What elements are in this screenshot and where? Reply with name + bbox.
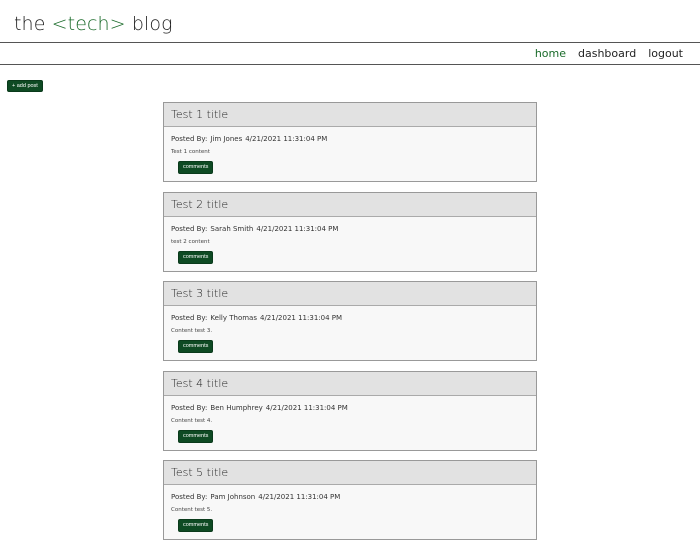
post-author: Sarah Smith — [210, 224, 254, 233]
post-title[interactable]: Test 4 title — [164, 371, 536, 396]
add-post-button[interactable]: + add post — [7, 80, 43, 92]
site-title-suffix: blog — [125, 13, 173, 35]
post-card: Test 3 title Posted By: Kelly Thomas 4/21/… — [163, 281, 537, 361]
post-list: Test 1 title Posted By: Jim Jones 4/21/202… — [163, 102, 537, 550]
post-title[interactable]: Test 1 title — [164, 103, 536, 127]
post-meta: Posted By: Pam Johnson 4/21/2021 11:31:04 … — [171, 493, 536, 501]
post-meta: Posted By: Ben Humphrey 4/21/2021 11:31:04… — [171, 404, 536, 412]
posted-by-label: Posted By: — [171, 403, 208, 412]
post-meta: Posted By: Sarah Smith 4/21/2021 11:31:04 … — [171, 225, 536, 233]
comments-button[interactable]: comments — [178, 161, 214, 174]
post-body: Posted By: Kelly Thomas 4/21/2021 11:31:04… — [164, 306, 536, 360]
post-meta: Posted By: Jim Jones 4/21/2021 11:31:04 PM — [171, 135, 536, 143]
post-body: Posted By: Ben Humphrey 4/21/2021 11:31:04… — [164, 396, 536, 450]
site-header: the <tech> blog — [0, 0, 700, 43]
post-content: test 2 content — [171, 238, 210, 245]
comments-button[interactable]: comments — [178, 519, 214, 532]
post-date: 4/21/2021 11:31:04 PM — [258, 493, 341, 501]
post-date: 4/21/2021 11:31:04 PM — [245, 135, 328, 143]
post-content: Content test 3. — [171, 328, 213, 334]
post-author: Jim Jones — [210, 135, 243, 143]
nav-link-dashboard[interactable]: dashboard — [578, 47, 636, 60]
posted-by-label: Posted By: — [171, 135, 208, 143]
posted-by-label: Posted By: — [171, 493, 208, 501]
post-content: Content test 5. — [171, 507, 213, 513]
post-date: 4/21/2021 11:31:04 PM — [265, 403, 348, 412]
post-card: Test 1 title Posted By: Jim Jones 4/21/202… — [163, 102, 537, 182]
post-author: Ben Humphrey — [210, 403, 263, 412]
post-title[interactable]: Test 2 title — [164, 192, 536, 217]
comments-button[interactable]: comments — [178, 250, 214, 264]
post-date: 4/21/2021 11:31:04 PM — [256, 224, 339, 233]
post-meta: Posted By: Kelly Thomas 4/21/2021 11:31:04… — [171, 314, 536, 322]
post-body: Posted By: Pam Johnson 4/21/2021 11:31:04 … — [164, 485, 536, 539]
site-title-accent: <tech> — [51, 13, 126, 35]
nav-link-logout[interactable]: logout — [648, 47, 683, 60]
nav-link-home[interactable]: home — [535, 47, 566, 60]
post-content: Test 1 content — [171, 149, 210, 155]
post-date: 4/21/2021 11:31:04 PM — [259, 314, 343, 322]
post-title[interactable]: Test 5 title — [164, 461, 536, 485]
posted-by-label: Posted By: — [171, 224, 208, 233]
post-body: Posted By: Jim Jones 4/21/2021 11:31:04 PM… — [164, 127, 536, 181]
post-author: Pam Johnson — [210, 493, 256, 501]
post-title[interactable]: Test 3 title — [164, 282, 536, 306]
post-body: Posted By: Sarah Smith 4/21/2021 11:31:04 … — [164, 217, 536, 271]
site-title: the <tech> blog — [14, 13, 173, 35]
post-card: Test 4 title Posted By: Ben Humphrey 4/21/… — [163, 370, 537, 451]
post-author: Kelly Thomas — [210, 314, 257, 322]
post-content: Content test 4. — [171, 417, 213, 424]
site-title-prefix: the — [14, 13, 52, 35]
comments-button[interactable]: comments — [178, 429, 214, 443]
post-card: Test 2 title Posted By: Sarah Smith 4/21/2… — [163, 191, 537, 272]
posted-by-label: Posted By: — [171, 314, 208, 322]
nav-bar: home dashboard logout — [0, 44, 700, 65]
comments-button[interactable]: comments — [178, 340, 214, 353]
nav-links: home dashboard logout — [535, 47, 683, 60]
post-card: Test 5 title Posted By: Pam Johnson 4/21/2… — [163, 460, 537, 540]
